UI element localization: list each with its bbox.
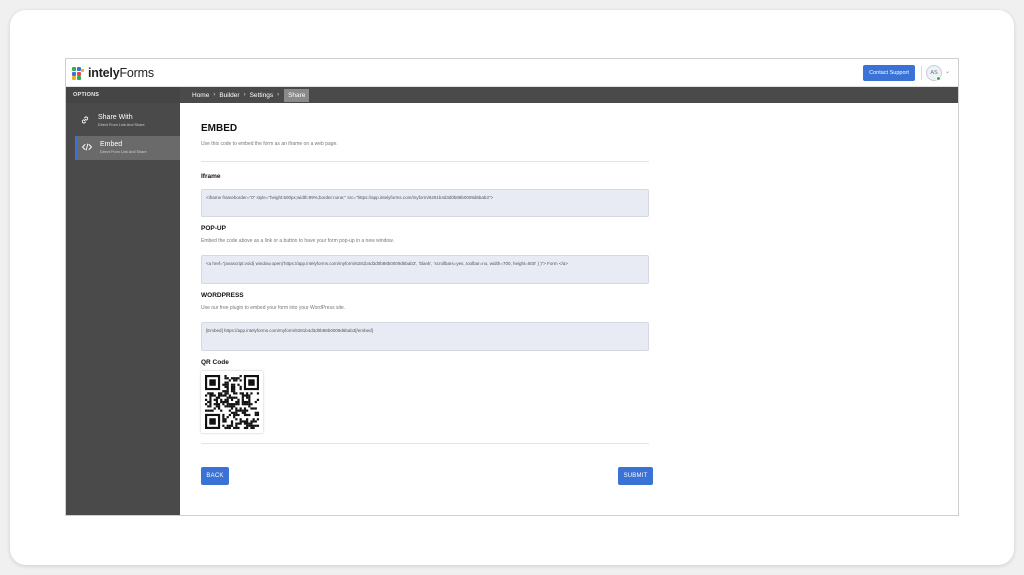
logo-mark-icon (72, 66, 85, 80)
code-icon (80, 143, 94, 153)
breadcrumb: Home › Builder › Settings › Share (180, 87, 958, 103)
contact-support-button[interactable]: Contact Support (863, 65, 915, 81)
popup-code-field[interactable]: <a href="javascript:void( window.open('h… (201, 255, 649, 284)
top-bar: intelyForms Contact Support AS ⌄ (66, 59, 958, 87)
online-status-icon (936, 76, 941, 81)
chevron-right-icon: › (277, 92, 280, 98)
breadcrumb-home[interactable]: Home (192, 92, 209, 99)
popup-label: POP-UP (201, 225, 226, 232)
link-icon (78, 116, 92, 126)
sidebar-heading: OPTIONS (66, 87, 180, 103)
iframe-label: Iframe (201, 173, 221, 180)
page-title: EMBED (201, 123, 238, 134)
wordpress-label: WORDPRESS (201, 292, 244, 299)
divider (921, 66, 922, 80)
breadcrumb-settings[interactable]: Settings (250, 92, 274, 99)
divider (201, 161, 649, 162)
breadcrumb-builder[interactable]: Builder (219, 92, 239, 99)
sidebar-item-embed[interactable]: Embed Direct From Link And Share (75, 136, 180, 160)
sidebar-item-share-with[interactable]: Share With Direct From Link And Share (75, 109, 180, 133)
sidebar-item-subtitle: Direct From Link And Share (98, 123, 145, 127)
qr-code-icon (205, 375, 260, 430)
iframe-code-field[interactable]: <iframe frameborder="0" style="height:50… (201, 189, 649, 217)
page-description: Use this code to embed the form as an if… (201, 141, 338, 147)
popup-description: Embed the code above as a link or a butt… (201, 238, 394, 244)
qr-code-label: QR Code (201, 359, 229, 366)
sidebar-item-label: Embed (100, 141, 123, 148)
breadcrumb-share: Share (284, 88, 310, 102)
sidebar-item-label: Share With (98, 114, 133, 121)
wordpress-code-field[interactable]: [Embed] https://app.intelyforms.com/myfo… (201, 322, 649, 351)
qr-code-image[interactable] (201, 371, 263, 433)
chevron-right-icon: › (243, 92, 246, 98)
divider (201, 443, 649, 444)
wordpress-description: Use our free plugin to embed your form i… (201, 305, 346, 311)
logo[interactable]: intelyForms (72, 65, 154, 81)
app-window: intelyForms Contact Support AS ⌄ OPTIONS… (65, 58, 959, 516)
chevron-right-icon: › (213, 92, 216, 98)
logo-text: intelyForms (88, 66, 154, 80)
sidebar: OPTIONS Share With Direct From Link And … (66, 87, 180, 515)
back-button[interactable]: BACK (201, 467, 229, 485)
sidebar-item-subtitle: Direct From Link And Share (100, 150, 147, 154)
chevron-down-icon[interactable]: ⌄ (945, 68, 950, 75)
submit-button[interactable]: SUBMIT (618, 467, 653, 485)
